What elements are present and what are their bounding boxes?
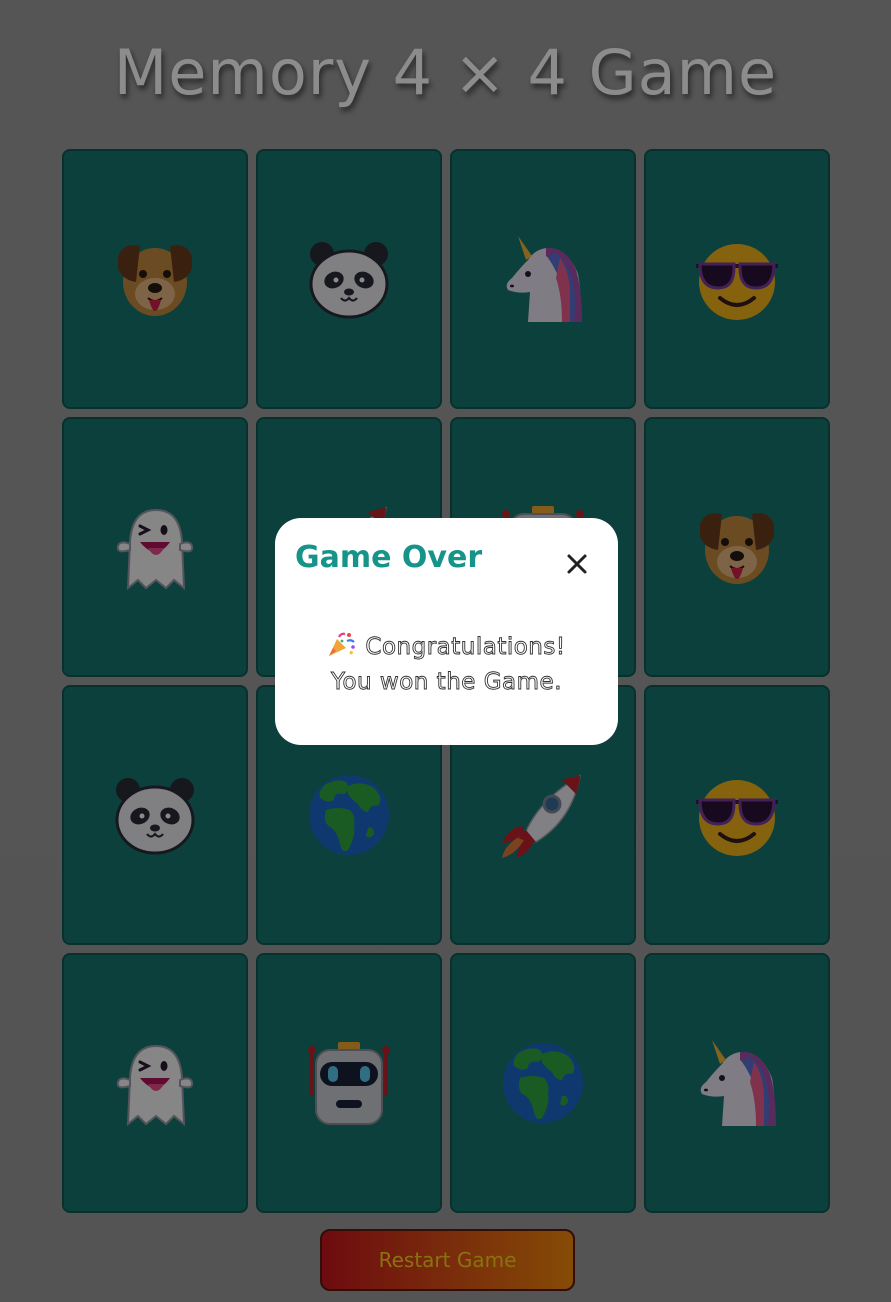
party-popper-icon [327,631,357,657]
game-over-modal: Game Over Congratulations! You won the G… [275,518,618,745]
message-line-2: You won the Game. [330,669,563,696]
message-line-1: Congratulations! [365,634,566,661]
close-icon[interactable] [559,546,595,582]
modal-message: Congratulations! You won the Game. [275,630,618,700]
modal-title: Game Over [295,540,483,575]
